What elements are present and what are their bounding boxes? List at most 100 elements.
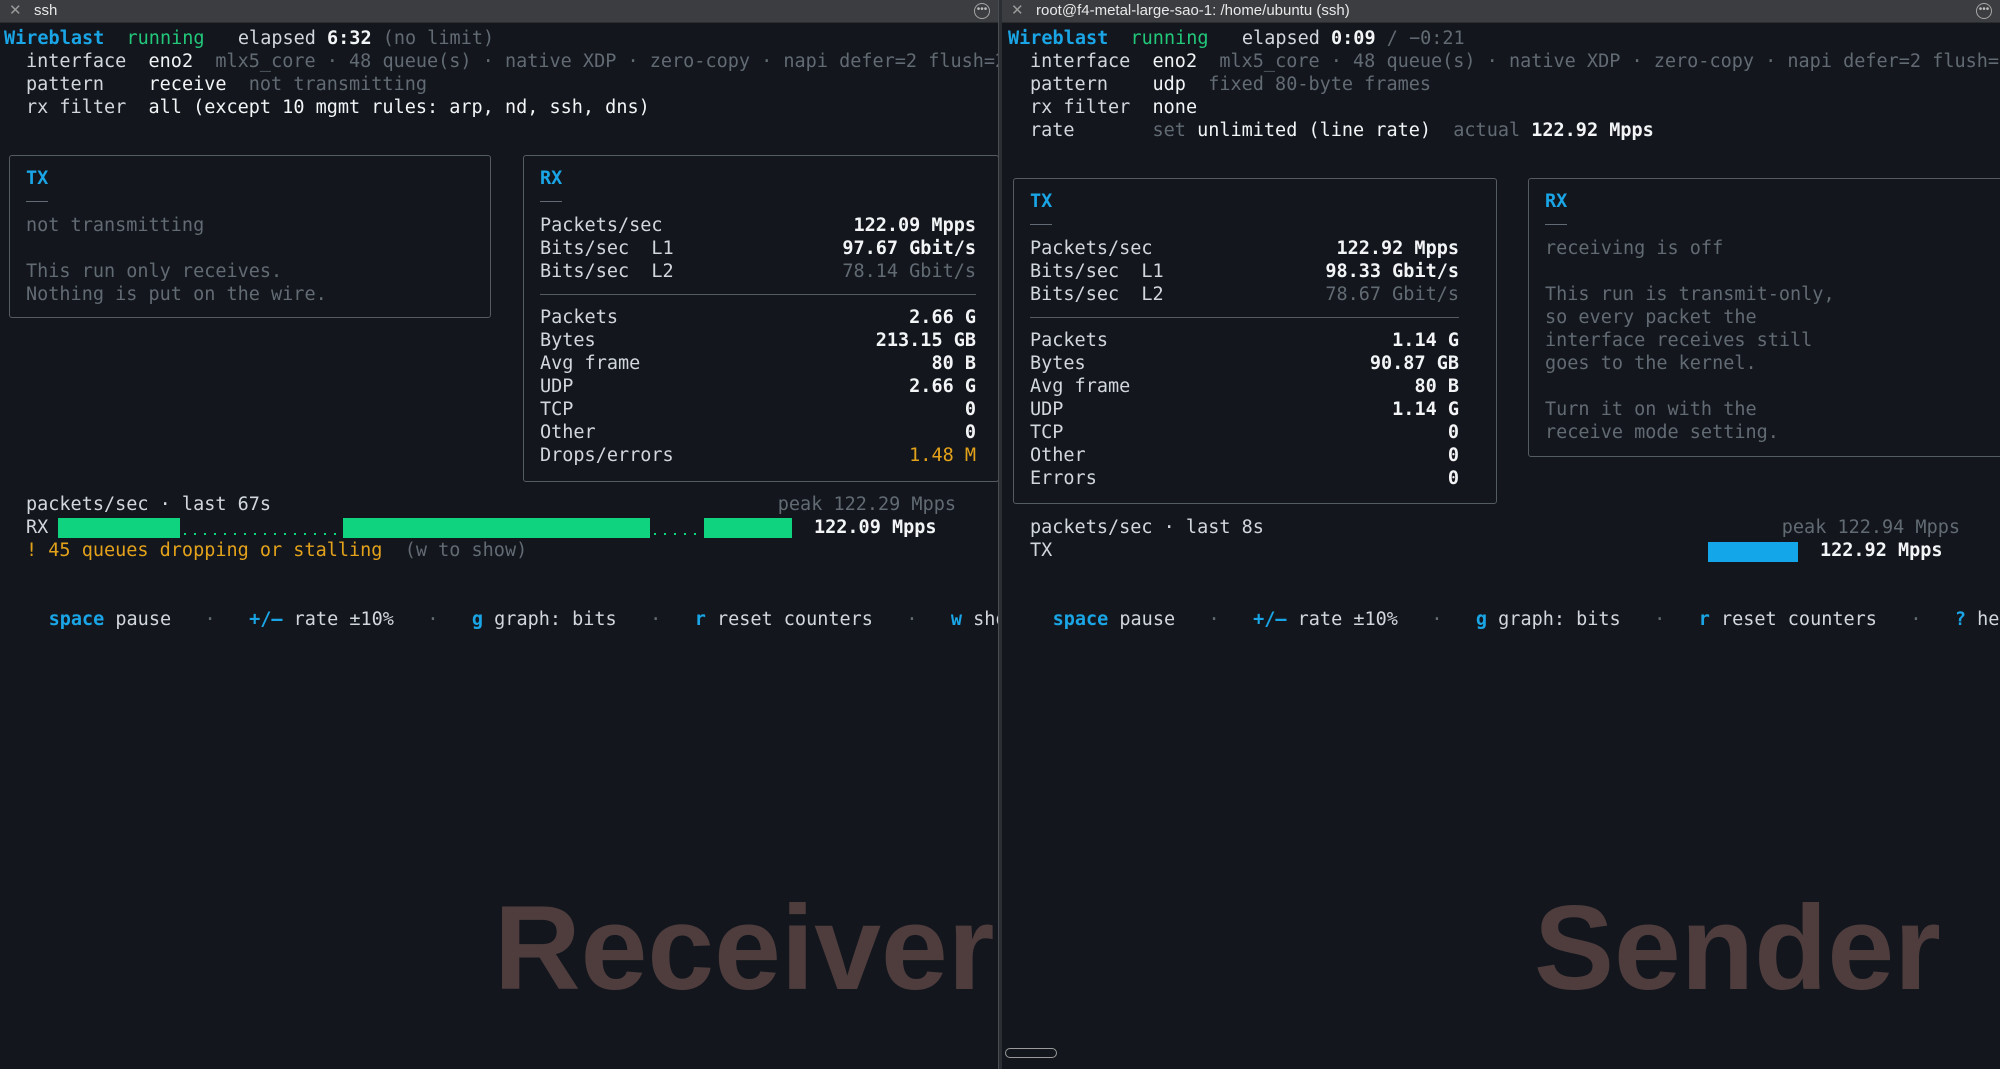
rx-udp: 2.66 G	[909, 376, 976, 397]
close-icon[interactable]: ✕	[1011, 0, 1024, 22]
sparkline-bar	[58, 518, 180, 538]
sparkline-dot	[284, 533, 286, 535]
interface-line: interface eno2 mlx5_core · 48 queue(s) ·…	[1030, 51, 2000, 72]
interface-name: eno2	[148, 51, 194, 72]
sparkline-dot	[314, 533, 316, 535]
tx-bits-l2: 78.67 Gbit/s	[1325, 284, 1459, 305]
tx-bytes: 90.87 GB	[1369, 353, 1459, 374]
sparkline-dot	[674, 533, 676, 535]
tx-tcp: 0	[1447, 422, 1459, 443]
sparkline-dot	[304, 533, 306, 535]
graph-peak: peak 122.29 Mpps	[777, 494, 956, 515]
key-reset[interactable]: r reset counters	[695, 609, 873, 630]
rx-panel-title: RX	[540, 168, 563, 189]
tx-panel-title: TX	[26, 168, 49, 189]
rx-panel-title: RX	[1545, 191, 1568, 212]
interface-name: eno2	[1152, 51, 1198, 72]
key-rate[interactable]: +/– rate ±10%	[1253, 609, 1398, 630]
tx-panel: TX Packets/sec 122.92 Mpps Bits/sec L1 9…	[1013, 178, 1497, 504]
key-drops[interactable]: w show drops	[951, 609, 998, 630]
rx-bytes: 213.15 GB	[875, 330, 976, 351]
tx-panel-title: TX	[1030, 191, 1053, 212]
sparkline-dot	[654, 533, 656, 535]
keybindings-bar: space pause · +/– rate ±10% · g graph: b…	[1008, 585, 2000, 630]
graph-peak: peak 122.94 Mpps	[1781, 517, 1960, 538]
receiver-watermark: Receiver	[494, 881, 995, 1015]
key-pause[interactable]: space pause	[49, 609, 172, 630]
sparkline-bar	[343, 518, 650, 538]
rate-line: rate set unlimited (line rate) actual 12…	[1030, 120, 1654, 141]
more-options-icon[interactable]: •••	[974, 3, 990, 19]
rx-other: 0	[964, 422, 976, 443]
sparkline-dot	[684, 533, 686, 535]
rx-filter-line: rx filter all (except 10 mgmt rules: arp…	[26, 97, 650, 118]
tx-errors: 0	[1447, 468, 1459, 489]
tx-udp: 1.14 G	[1392, 399, 1459, 420]
rx-rate-sparkline	[58, 518, 792, 538]
warning-line: ! 45 queues dropping or stalling (w to s…	[26, 540, 528, 561]
status-line: Wireblast running elapsed 6:32 (no limit…	[4, 28, 495, 49]
graph-current: 122.09 Mpps	[814, 517, 937, 538]
terminal-titlebar[interactable]: ✕ root@f4-metal-large-sao-1: /home/ubunt…	[1002, 0, 2000, 23]
graph-title: packets/sec · last 8s	[1030, 517, 1264, 538]
pattern-line: pattern receive not transmitting	[26, 74, 427, 95]
sender-terminal-pane[interactable]: ✕ root@f4-metal-large-sao-1: /home/ubunt…	[1002, 0, 2000, 1069]
terminal-title: ssh	[34, 2, 58, 19]
receiver-terminal-pane[interactable]: ✕ ssh ••• Wireblast running elapsed 6:32…	[0, 0, 998, 1069]
tx-bits-l1: 98.33 Gbit/s	[1325, 261, 1459, 282]
tx-rate-sparkline	[1708, 542, 1798, 562]
tx-panel: TX not transmitting This run only receiv…	[9, 155, 491, 318]
rx-bits-l1: 97.67 Gbit/s	[842, 238, 976, 259]
run-state: running	[126, 28, 205, 49]
sparkline-dot	[204, 533, 206, 535]
rx-filter-line: rx filter none	[1030, 97, 1198, 118]
more-options-icon[interactable]: •••	[1976, 3, 1992, 19]
key-pause[interactable]: space pause	[1053, 609, 1176, 630]
key-reset[interactable]: r reset counters	[1699, 609, 1877, 630]
keybindings-bar: space pause · +/– rate ±10% · g graph: b…	[4, 585, 998, 630]
rx-panel: RX receiving is off This run is transmit…	[1528, 178, 2000, 457]
elapsed-time: 6:32	[327, 28, 372, 49]
rx-bits-l2: 78.14 Gbit/s	[842, 261, 976, 282]
scrollbar-handle[interactable]	[1005, 1048, 1057, 1058]
key-rate[interactable]: +/– rate ±10%	[249, 609, 394, 630]
sparkline-dot	[694, 533, 696, 535]
app-name: Wireblast	[4, 28, 105, 49]
sparkline-dot	[194, 533, 196, 535]
tx-other: 0	[1447, 445, 1459, 466]
app-name: Wireblast	[1008, 28, 1109, 49]
sparkline-dot	[664, 533, 666, 535]
graph-current: 122.92 Mpps	[1820, 540, 1943, 561]
key-help[interactable]: ? help	[1955, 609, 2000, 630]
sparkline-dot	[294, 533, 296, 535]
graph-title: packets/sec · last 67s	[26, 494, 272, 515]
sparkline-dot	[254, 533, 256, 535]
sender-watermark: Sender	[1534, 881, 1941, 1015]
tx-avg-frame: 80 B	[1414, 376, 1459, 397]
close-icon[interactable]: ✕	[9, 0, 22, 22]
terminal-titlebar[interactable]: ✕ ssh •••	[0, 0, 998, 23]
graph-series-label: TX	[1030, 540, 1053, 561]
terminal-title: root@f4-metal-large-sao-1: /home/ubuntu …	[1036, 2, 1350, 19]
elapsed-time: 0:09	[1331, 28, 1376, 49]
graph-series-label: RX	[26, 517, 49, 538]
sparkline-dot	[214, 533, 216, 535]
sparkline-bar	[704, 518, 792, 538]
sparkline-dot	[244, 533, 246, 535]
actual-rate: 122.92 Mpps	[1531, 120, 1654, 141]
rx-tcp: 0	[964, 399, 976, 420]
sparkline-dot	[334, 533, 336, 535]
run-state: running	[1130, 28, 1209, 49]
sparkline-dot	[184, 533, 186, 535]
key-graph[interactable]: g graph: bits	[1476, 609, 1621, 630]
pattern-line: pattern udp fixed 80-byte frames	[1030, 74, 1431, 95]
sparkline-dot	[224, 533, 226, 535]
rx-packets-per-sec: 122.09 Mpps	[853, 215, 976, 236]
tx-packets: 1.14 G	[1392, 330, 1459, 351]
interface-line: interface eno2 mlx5_core · 48 queue(s) ·…	[26, 51, 998, 72]
rx-packets: 2.66 G	[909, 307, 976, 328]
sparkline-dot	[274, 533, 276, 535]
key-graph[interactable]: g graph: bits	[472, 609, 617, 630]
rx-drops-errors: 1.48 M	[909, 445, 976, 466]
rx-avg-frame: 80 B	[931, 353, 976, 374]
